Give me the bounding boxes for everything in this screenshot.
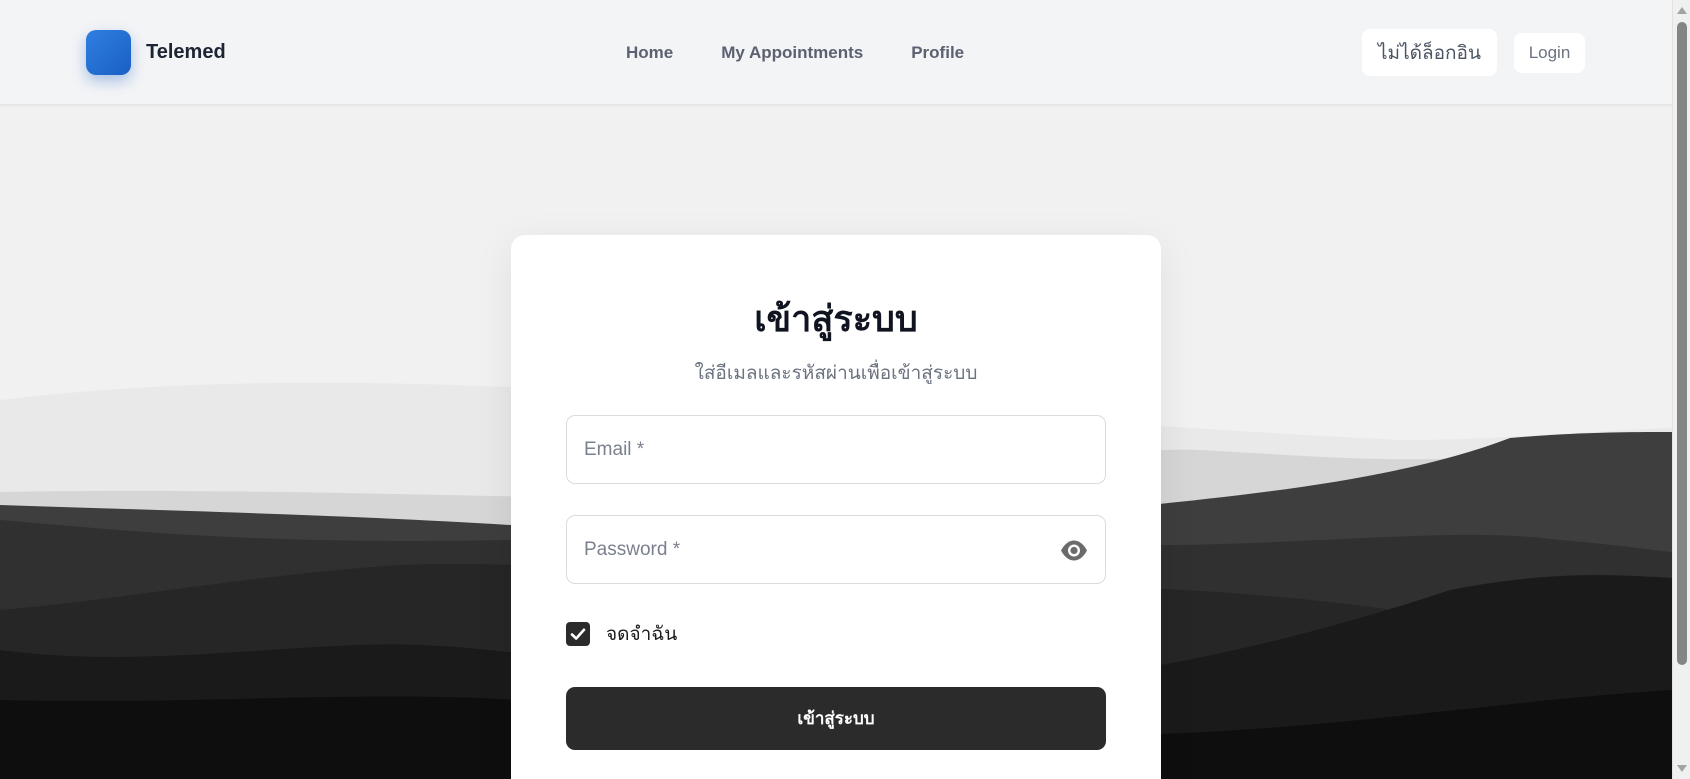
login-card: เข้าสู่ระบบ ใส่อีเมลและรหัสผ่านเพื่อเข้า… [511, 235, 1161, 779]
header-login-button[interactable]: Login [1514, 33, 1585, 73]
scroll-up-arrow-icon[interactable] [1677, 7, 1687, 14]
login-title: เข้าสู่ระบบ [754, 298, 918, 339]
square-logo-icon [86, 30, 131, 75]
nav-home[interactable]: Home [626, 43, 673, 63]
email-field[interactable] [567, 416, 1105, 483]
scrollbar-thumb[interactable] [1677, 22, 1687, 665]
checkmark-icon [570, 628, 586, 640]
scroll-down-arrow-icon[interactable] [1677, 765, 1687, 772]
remember-me[interactable]: จดจำฉัน [566, 619, 677, 649]
password-field[interactable] [567, 516, 1105, 583]
email-field-wrapper [566, 415, 1106, 484]
nav-my-appointments[interactable]: My Appointments [721, 43, 863, 63]
remember-me-label: จดจำฉัน [606, 624, 678, 645]
login-subtitle: ใส่อีเมลและรหัสผ่านเพื่อเข้าสู่ระบบ [694, 363, 978, 384]
password-field-wrapper [566, 515, 1106, 584]
nav-profile[interactable]: Profile [911, 43, 964, 63]
brand-name: Telemed [146, 41, 226, 63]
page-scrollbar[interactable] [1672, 0, 1690, 779]
brand[interactable]: Telemed [86, 30, 226, 75]
login-submit-button[interactable]: เข้าสู่ระบบ [566, 687, 1106, 750]
eye-icon[interactable] [1059, 537, 1089, 564]
top-navigation-bar: Telemed Home My Appointments Profile ไม่… [0, 0, 1672, 105]
remember-me-checkbox[interactable] [566, 622, 590, 646]
login-status-badge: ไม่ได้ล็อกอิน [1362, 29, 1497, 76]
main-nav: Home My Appointments Profile [626, 43, 964, 63]
